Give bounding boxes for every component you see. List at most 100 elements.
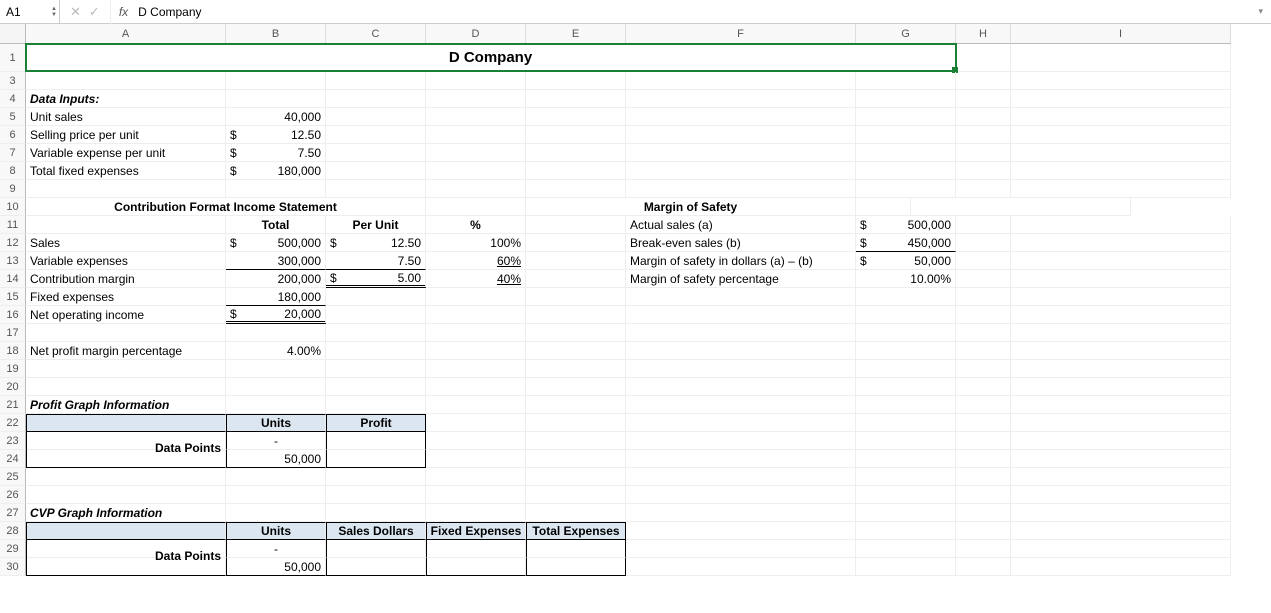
cell-A13[interactable]: Variable expenses xyxy=(26,252,226,270)
cell-I4[interactable] xyxy=(1011,90,1231,108)
cell-H4[interactable] xyxy=(956,90,1011,108)
cell-G6[interactable] xyxy=(856,126,956,144)
cell-D9[interactable] xyxy=(426,180,526,198)
cell-G15[interactable] xyxy=(856,288,956,306)
row-head-18[interactable]: 18 xyxy=(0,342,26,360)
cell-C29[interactable] xyxy=(326,540,426,558)
cell-E18[interactable] xyxy=(526,342,626,360)
cell-D13[interactable]: 60% xyxy=(426,252,526,270)
cell-H21[interactable] xyxy=(956,396,1011,414)
cell-A15[interactable]: Fixed expenses xyxy=(26,288,226,306)
cell-B29[interactable]: - xyxy=(226,540,326,558)
cell-G17[interactable] xyxy=(856,324,956,342)
cell-G14[interactable]: 10.00% xyxy=(856,270,956,288)
cell-H29[interactable] xyxy=(956,540,1011,558)
row-head-4[interactable]: 4 xyxy=(0,90,26,108)
cell-I9[interactable] xyxy=(1011,180,1231,198)
cell-G11[interactable]: $500,000 xyxy=(856,216,956,234)
cell-B23[interactable]: - xyxy=(226,432,326,450)
cell-C30[interactable] xyxy=(326,558,426,576)
cell-C13[interactable]: 7.50 xyxy=(326,252,426,270)
cell-B9[interactable] xyxy=(226,180,326,198)
cell-B20[interactable] xyxy=(226,378,326,396)
row-head-26[interactable]: 26 xyxy=(0,486,26,504)
cell-D24[interactable] xyxy=(426,450,526,468)
col-head-E[interactable]: E xyxy=(526,24,626,44)
cell-G29[interactable] xyxy=(856,540,956,558)
col-head-G[interactable]: G xyxy=(856,24,956,44)
cell-C19[interactable] xyxy=(326,360,426,378)
cell-D6[interactable] xyxy=(426,126,526,144)
cell-I6[interactable] xyxy=(1011,126,1231,144)
cell-F14[interactable]: Margin of safety percentage xyxy=(626,270,856,288)
cell-A28[interactable] xyxy=(26,522,226,540)
cell-D27[interactable] xyxy=(426,504,526,522)
cell-F19[interactable] xyxy=(626,360,856,378)
cell-C24[interactable] xyxy=(326,450,426,468)
cell-G23[interactable] xyxy=(856,432,956,450)
cell-B3[interactable] xyxy=(226,72,326,90)
cell-H18[interactable] xyxy=(956,342,1011,360)
cell-E20[interactable] xyxy=(526,378,626,396)
cell-H3[interactable] xyxy=(956,72,1011,90)
cell-G4[interactable] xyxy=(856,90,956,108)
cell-D25[interactable] xyxy=(426,468,526,486)
cell-H25[interactable] xyxy=(956,468,1011,486)
col-head-A[interactable]: A xyxy=(26,24,226,44)
cell-A8[interactable]: Total fixed expenses xyxy=(26,162,226,180)
cell-F10-merged[interactable]: Margin of Safety xyxy=(526,198,856,216)
row-head-28[interactable]: 28 xyxy=(0,522,26,540)
row-head-20[interactable]: 20 xyxy=(0,378,26,396)
cell-I28[interactable] xyxy=(1011,522,1231,540)
row-head-27[interactable]: 27 xyxy=(0,504,26,522)
select-all-corner[interactable] xyxy=(0,24,26,44)
cell-E14[interactable] xyxy=(526,270,626,288)
row-head-9[interactable]: 9 xyxy=(0,180,26,198)
cells[interactable]: D Company Data Input xyxy=(26,44,1271,576)
row-head-17[interactable]: 17 xyxy=(0,324,26,342)
cell-E26[interactable] xyxy=(526,486,626,504)
cell-D20[interactable] xyxy=(426,378,526,396)
cell-B13[interactable]: 300,000 xyxy=(226,252,326,270)
cell-G21[interactable] xyxy=(856,396,956,414)
row-head-8[interactable]: 8 xyxy=(0,162,26,180)
cell-F29[interactable] xyxy=(626,540,856,558)
cell-G13[interactable]: $50,000 xyxy=(856,252,956,270)
row-head-10[interactable]: 10 xyxy=(0,198,26,216)
cell-G28[interactable] xyxy=(856,522,956,540)
cell-F18[interactable] xyxy=(626,342,856,360)
cell-D21[interactable] xyxy=(426,396,526,414)
cell-F4[interactable] xyxy=(626,90,856,108)
cell-C18[interactable] xyxy=(326,342,426,360)
name-box-stepper[interactable]: ▲ ▼ xyxy=(51,6,57,18)
cell-F30[interactable] xyxy=(626,558,856,576)
cell-D28[interactable]: Fixed Expenses xyxy=(426,522,526,540)
cell-I8[interactable] xyxy=(1011,162,1231,180)
cell-A17[interactable] xyxy=(26,324,226,342)
cell-B14[interactable]: 200,000 xyxy=(226,270,326,288)
row-head-29[interactable]: 29 xyxy=(0,540,26,558)
cell-B21[interactable] xyxy=(226,396,326,414)
cell-C12[interactable]: $12.50 xyxy=(326,234,426,252)
cell-G25[interactable] xyxy=(856,468,956,486)
cell-I7[interactable] xyxy=(1011,144,1231,162)
cell-C9[interactable] xyxy=(326,180,426,198)
cell-A27[interactable]: CVP Graph Information xyxy=(26,504,226,522)
cell-H20[interactable] xyxy=(956,378,1011,396)
cell-I29[interactable] xyxy=(1011,540,1231,558)
cell-D30[interactable] xyxy=(426,558,526,576)
cell-B26[interactable] xyxy=(226,486,326,504)
cell-C7[interactable] xyxy=(326,144,426,162)
cell-H27[interactable] xyxy=(956,504,1011,522)
cell-D23[interactable] xyxy=(426,432,526,450)
cell-E28[interactable]: Total Expenses xyxy=(526,522,626,540)
cell-E29[interactable] xyxy=(526,540,626,558)
cell-H26[interactable] xyxy=(956,486,1011,504)
cell-F26[interactable] xyxy=(626,486,856,504)
cell-F8[interactable] xyxy=(626,162,856,180)
cell-F7[interactable] xyxy=(626,144,856,162)
cell-E23[interactable] xyxy=(526,432,626,450)
cell-A14[interactable]: Contribution margin xyxy=(26,270,226,288)
cell-E16[interactable] xyxy=(526,306,626,324)
cell-E27[interactable] xyxy=(526,504,626,522)
